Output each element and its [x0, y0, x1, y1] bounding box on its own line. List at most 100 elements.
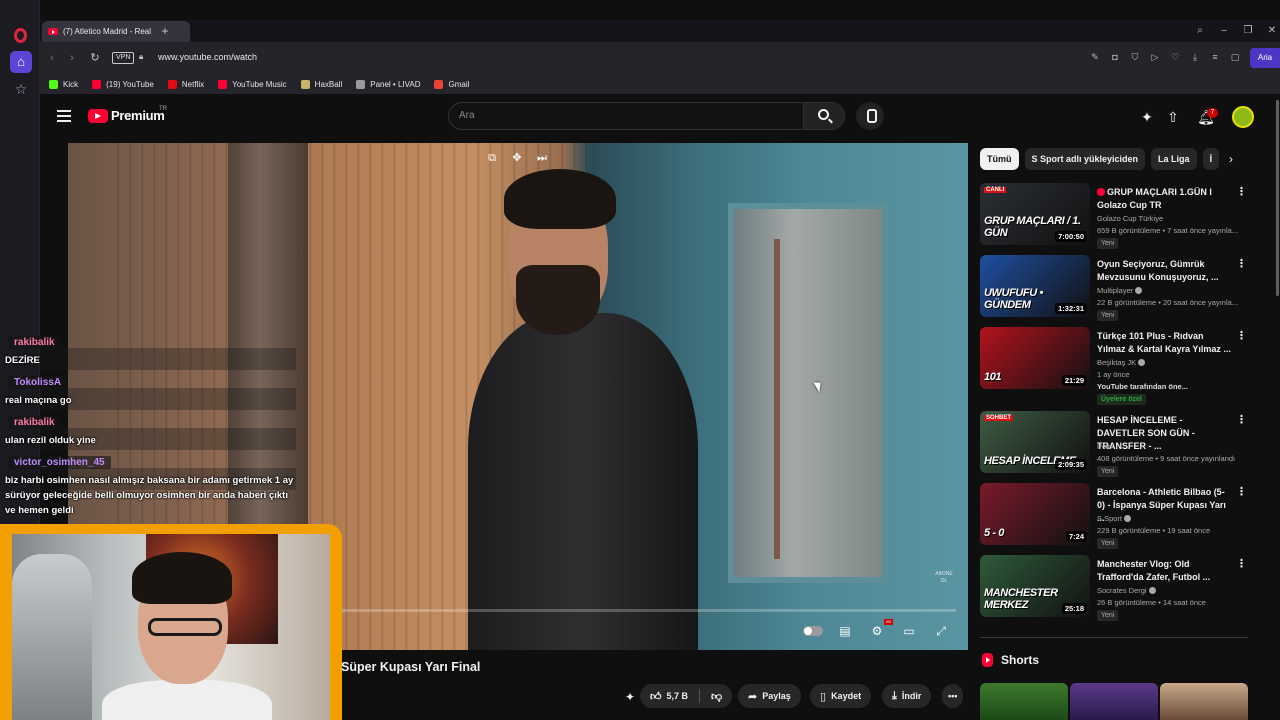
miniplayer-icon[interactable]: ⧉: [485, 151, 499, 165]
url-field[interactable]: www.youtube.com/watch: [158, 52, 257, 62]
channel-name[interactable]: Golazo Cup Türkiye: [1097, 214, 1163, 223]
short-thumbnail[interactable]: [1070, 683, 1158, 720]
voice-search-icon[interactable]: [856, 102, 884, 130]
more-actions-button[interactable]: •••: [942, 684, 964, 708]
more-options-icon[interactable]: ⋮: [1236, 557, 1247, 571]
video-thumbnail[interactable]: CANLI GRUP MAÇLARI / 1. GÜN 7:00:50: [980, 183, 1090, 245]
video-title-link[interactable]: Manchester Vlog: Old Trafford'da Zafer, …: [1097, 558, 1232, 584]
bookmark-item[interactable]: Gmail: [434, 79, 469, 89]
bookmark-item[interactable]: YouTube Music: [218, 79, 287, 89]
like-dislike-group[interactable]: 👍︎ 5,7 B 👎︎: [640, 684, 733, 708]
more-options-icon[interactable]: ⋮: [1236, 413, 1247, 427]
restore-button[interactable]: ❐: [1240, 23, 1256, 39]
recommended-video[interactable]: CANLI GRUP MAÇLARI / 1. GÜN 7:00:50 GRUP MA…: [980, 183, 1248, 249]
camera-icon[interactable]: ◘: [1110, 50, 1120, 64]
skip-icon[interactable]: ⏭: [535, 151, 549, 165]
download-label: İndir: [901, 691, 922, 701]
vpn-badge[interactable]: VPN: [112, 52, 135, 64]
wallet-icon[interactable]: ▢: [1230, 50, 1240, 64]
create-icon[interactable]: ✦: [1138, 108, 1156, 126]
bookmark-item[interactable]: Netflix: [167, 79, 205, 89]
video-thumbnail[interactable]: 5 - 0 7:24: [980, 483, 1090, 545]
subtitles-icon[interactable]: ▤: [836, 623, 854, 639]
bookmark-item[interactable]: HaxBall: [300, 79, 342, 89]
filter-chip[interactable]: La Liga: [1151, 148, 1197, 170]
subscribe-watermark[interactable]: ABONE OL: [932, 571, 956, 585]
channel-name[interactable]: Multiplayer: [1097, 286, 1143, 295]
autoplay-toggle[interactable]: [803, 626, 823, 636]
video-title-link[interactable]: Oyun Seçiyoruz, Gümrük Mevzusunu Konuşuy…: [1097, 258, 1232, 284]
video-thumbnail[interactable]: MANCHESTER MERKEZ 25:18: [980, 555, 1090, 617]
fullscreen-icon[interactable]: ⤢: [932, 623, 950, 639]
download-icon[interactable]: ⤓: [1190, 50, 1200, 64]
filter-chip[interactable]: S Sport adlı yükleyiciden: [1024, 148, 1146, 170]
share-button[interactable]: ➦ Paylaş: [738, 684, 801, 708]
like-icon[interactable]: 👍︎: [650, 690, 662, 703]
reload-icon[interactable]: ↻: [87, 50, 103, 66]
filter-chip[interactable]: Tümü: [980, 148, 1019, 170]
channel-name[interactable]: Socrates Dergi: [1097, 586, 1156, 595]
video-title: Süper Kupası Yarı Final: [341, 660, 481, 674]
bookmark-label: Netflix: [181, 79, 205, 89]
video-title-link[interactable]: Türkçe 101 Plus - Rıdvan Yılmaz & Kartal…: [1097, 330, 1232, 356]
forward-button[interactable]: ›: [64, 50, 80, 66]
search-input[interactable]: Ara: [448, 102, 804, 130]
short-thumbnail[interactable]: [1160, 683, 1248, 720]
edit-icon[interactable]: ✎: [1090, 50, 1100, 64]
short-thumbnail[interactable]: [980, 683, 1068, 720]
heart-icon[interactable]: ♡: [1170, 50, 1180, 64]
channel-name[interactable]: Pole: [1097, 442, 1112, 451]
save-button[interactable]: ▯ Kaydet: [810, 684, 872, 708]
recommended-video[interactable]: 101 21:29 Türkçe 101 Plus - Rıdvan Yılmaz …: [980, 327, 1248, 405]
close-window-button[interactable]: ✕: [1264, 23, 1280, 39]
video-title-link[interactable]: HESAP İNCELEME - DAVETLER SON GÜN - TRAN…: [1097, 414, 1232, 453]
recommended-video[interactable]: SOHBET HESAP İNCELEME 2:09:35 HESAP İNCELEM…: [980, 411, 1248, 477]
dislike-icon[interactable]: 👎︎: [711, 690, 722, 703]
opera-logo-icon[interactable]: [14, 28, 27, 43]
video-thumbnail[interactable]: UWUFUFU • GÜNDEM 1:32:31: [980, 255, 1090, 317]
recommended-video[interactable]: UWUFUFU • GÜNDEM 1:32:31 Oyun Seçiyoruz, G…: [980, 255, 1248, 321]
recommended-video[interactable]: MANCHESTER MERKEZ 25:18 Manchester Vlog: O…: [980, 555, 1248, 621]
recommended-video[interactable]: 5 - 0 7:24 Barcelona - Athletic Bilbao (5-…: [980, 483, 1248, 549]
page-scrollbar[interactable]: [1276, 100, 1279, 296]
theater-mode-icon[interactable]: ▭: [900, 623, 918, 639]
more-options-icon[interactable]: ⋮: [1236, 485, 1247, 499]
back-button[interactable]: ‹: [44, 50, 60, 66]
search-tabs-icon[interactable]: ⌕: [1192, 23, 1208, 39]
filter-chip[interactable]: İ: [1202, 148, 1220, 170]
menu-icon[interactable]: ≡: [1210, 50, 1220, 64]
menu-icon[interactable]: [57, 110, 71, 122]
channel-name[interactable]: Beşiktaş JK: [1097, 358, 1146, 367]
video-title-link[interactable]: GRUP MAÇLARI 1.GÜN l Golazo Cup TR: [1097, 186, 1232, 212]
youtube-logo-icon[interactable]: [88, 109, 108, 123]
player-icon[interactable]: ▷: [1150, 50, 1160, 64]
more-options-icon[interactable]: ⋮: [1236, 257, 1247, 271]
more-options-icon[interactable]: ⋮: [1236, 185, 1247, 199]
minimize-button[interactable]: –: [1216, 23, 1232, 39]
youtube-premium-logo[interactable]: Premium: [111, 108, 165, 123]
upload-icon[interactable]: ⇧: [1164, 108, 1182, 126]
star-icon[interactable]: ☆: [12, 80, 30, 98]
video-badge: Yeni: [1097, 310, 1119, 321]
bookmark-icon: ▯: [820, 690, 827, 703]
new-tab-button[interactable]: +: [158, 24, 172, 38]
enhance-icon[interactable]: ✥: [510, 151, 524, 165]
bookmark-item[interactable]: Panel • LIVAD: [356, 79, 420, 89]
more-options-icon[interactable]: ⋮: [1236, 329, 1247, 343]
avatar[interactable]: [1232, 106, 1254, 128]
home-icon[interactable]: ⌂: [10, 51, 32, 73]
search-button[interactable]: [803, 102, 845, 130]
shield-icon[interactable]: ⛉: [1130, 50, 1140, 64]
bookmark-item[interactable]: Kick: [49, 79, 78, 89]
channel-name[interactable]: S Sport: [1097, 514, 1132, 523]
chevron-right-icon[interactable]: ›: [1222, 150, 1240, 168]
video-thumbnail[interactable]: SOHBET HESAP İNCELEME 2:09:35: [980, 411, 1090, 473]
bookmark-item[interactable]: (19) YouTube: [92, 79, 154, 89]
settings-icon[interactable]: ⚙: [868, 623, 886, 639]
aria-button[interactable]: Aria: [1250, 48, 1280, 68]
lock-icon[interactable]: 🔒︎: [139, 52, 147, 62]
sparkle-icon[interactable]: ✦: [621, 688, 639, 706]
video-thumbnail[interactable]: 101 21:29: [980, 327, 1090, 389]
download-button[interactable]: ⤓ İndir: [882, 684, 932, 708]
youtube-header: Premium TR Ara ✦ ⇧ 🔔︎ 7: [40, 94, 1280, 140]
